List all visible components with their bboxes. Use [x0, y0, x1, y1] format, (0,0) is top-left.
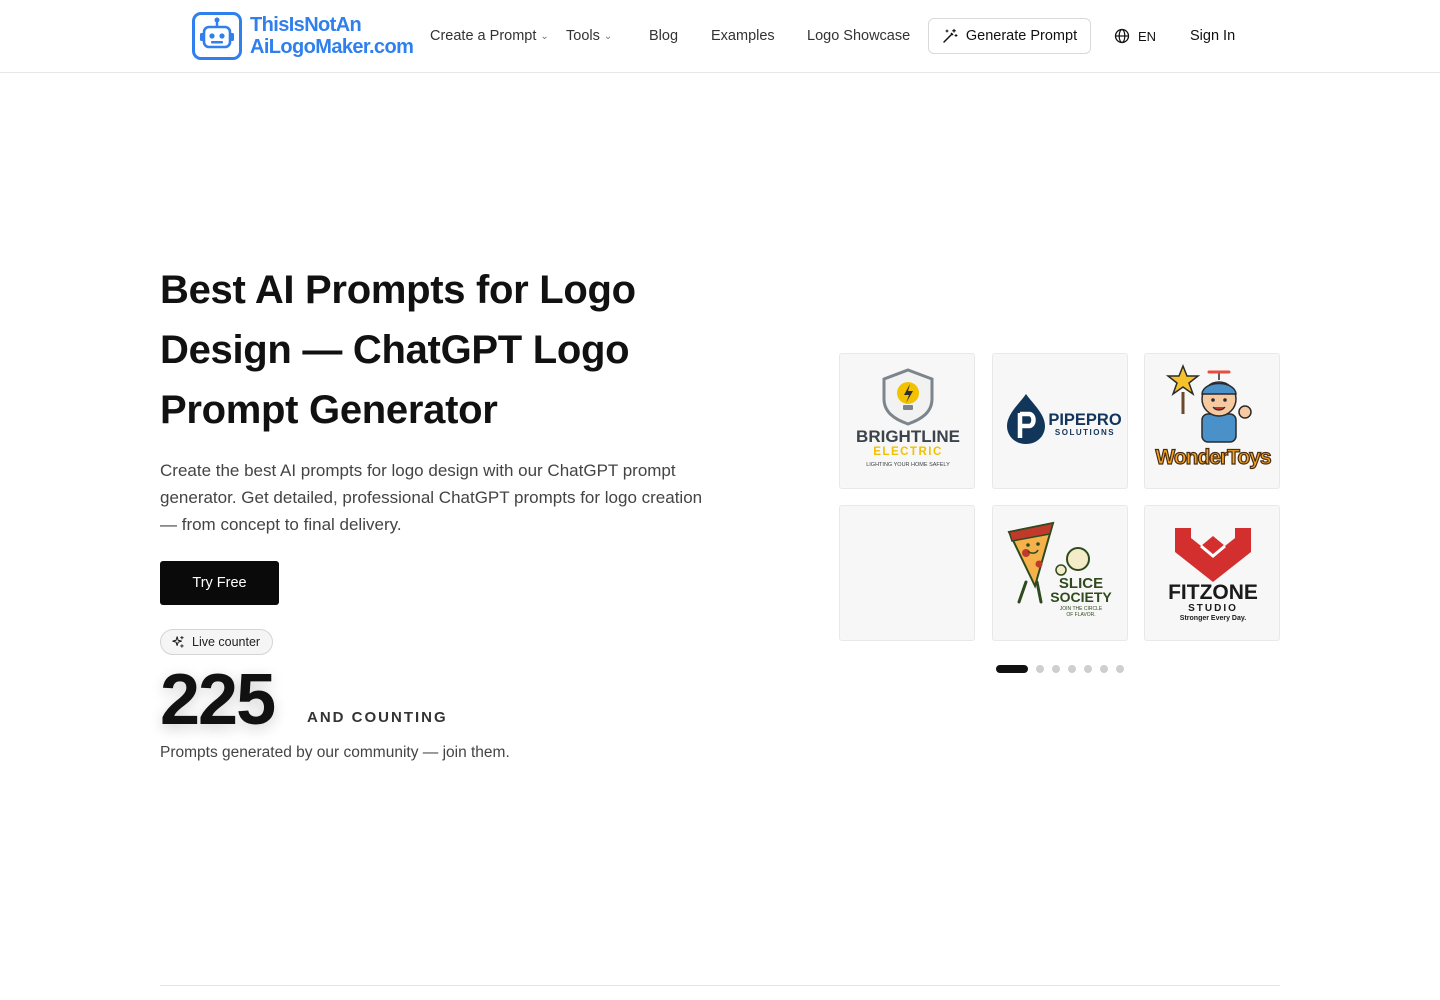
carousel-dot[interactable] — [1036, 665, 1044, 673]
carousel-dot[interactable] — [996, 665, 1028, 673]
carousel-dot[interactable] — [1100, 665, 1108, 673]
site-logo-line1: ThisIsNotAn — [250, 14, 362, 36]
section-divider — [160, 985, 1280, 986]
prompt-counter-subtext: Prompts generated by our community — joi… — [160, 744, 510, 761]
brightline-logo: BRIGHTLINE ELECTRIC LIGHTING YOUR HOME S… — [856, 368, 960, 468]
nav-examples[interactable]: Examples — [711, 17, 775, 55]
nav-create-prompt-label: Create a Prompt — [430, 28, 537, 44]
robot-icon — [192, 12, 242, 60]
site-logo-line2: AiLogoMaker.com — [250, 36, 414, 58]
sparkles-icon — [172, 635, 184, 648]
fitzone-tagline: Stronger Every Day. — [1180, 615, 1246, 622]
carousel-pagination — [996, 664, 1124, 674]
hero-title: Best AI Prompts for Logo Design — ChatGP… — [160, 268, 636, 432]
magic-wand-icon — [943, 28, 958, 43]
try-free-button[interactable]: Try Free — [160, 561, 279, 605]
nav-tools[interactable]: Tools ⌄ — [566, 17, 612, 55]
wondertoys-logo: WonderToys — [1155, 363, 1273, 470]
sign-in-link[interactable]: Sign In — [1190, 18, 1235, 54]
nav-tools-label: Tools — [566, 28, 600, 44]
slice-sub: SOCIETY — [1050, 589, 1112, 605]
nav-blog[interactable]: Blog — [649, 17, 678, 55]
logo-card-slice-society[interactable]: SLICE SOCIETY JOIN THE CIRCLE OF FLAVOR. — [992, 505, 1128, 641]
logo-card-pipepro[interactable]: PIPEPRO SOLUTIONS — [992, 353, 1128, 489]
fitzone-logo: FITZONE STUDIO Stronger Every Day. — [1168, 528, 1258, 622]
nav-create-prompt[interactable]: Create a Prompt ⌄ — [430, 17, 549, 55]
brightline-tagline: LIGHTING YOUR HOME SAFELY — [866, 462, 950, 468]
site-logo-text: ThisIsNotAn AiLogoMaker.com — [250, 14, 414, 58]
generate-prompt-button[interactable]: Generate Prompt — [928, 18, 1091, 54]
fitzone-sub: STUDIO — [1188, 603, 1238, 614]
prompt-counter-value: 225 — [160, 660, 276, 740]
fitzone-name: FITZONE — [1168, 581, 1258, 604]
hero-description: Create the best AI prompts for logo desi… — [160, 461, 703, 534]
wondertoys-name: WonderToys — [1155, 446, 1271, 469]
nav-logo-showcase[interactable]: Logo Showcase — [807, 17, 910, 55]
language-selector[interactable]: EN — [1114, 18, 1156, 54]
live-counter-badge: Live counter — [160, 629, 274, 655]
carousel-dot[interactable] — [1052, 665, 1060, 673]
language-label: EN — [1138, 28, 1157, 44]
live-counter-label: Live counter — [192, 635, 261, 649]
slice-tagline2: OF FLAVOR. — [1066, 612, 1095, 618]
logo-card-fitzone[interactable]: FITZONE STUDIO Stronger Every Day. — [1144, 505, 1280, 641]
generate-prompt-label: Generate Prompt — [965, 28, 1078, 44]
site-logo[interactable]: ThisIsNotAn AiLogoMaker.com — [192, 12, 414, 60]
carousel-dot[interactable] — [1068, 665, 1076, 673]
logo-card-empty[interactable] — [839, 505, 975, 641]
logo-card-brightline[interactable]: BRIGHTLINE ELECTRIC LIGHTING YOUR HOME S… — [839, 353, 975, 489]
chevron-down-icon: ⌄ — [603, 31, 613, 42]
logo-card-wondertoys[interactable]: WonderToys — [1144, 353, 1280, 489]
carousel-dot[interactable] — [1084, 665, 1092, 673]
pipepro-name: PIPEPRO — [1048, 411, 1122, 429]
prompt-counter-label: AND COUNTING — [307, 709, 448, 726]
carousel-dot[interactable] — [1116, 665, 1124, 673]
brightline-sub: ELECTRIC — [873, 446, 943, 458]
pipepro-sub: SOLUTIONS — [1055, 428, 1115, 437]
chevron-down-icon: ⌄ — [540, 31, 549, 42]
slice-society-logo: SLICE SOCIETY JOIN THE CIRCLE OF FLAVOR. — [1007, 521, 1112, 618]
brightline-name: BRIGHTLINE — [856, 427, 960, 446]
globe-icon — [1114, 28, 1130, 44]
pipepro-logo: PIPEPRO SOLUTIONS — [1007, 394, 1122, 444]
site-header: ThisIsNotAn AiLogoMaker.com Create a Pro… — [0, 0, 1440, 73]
